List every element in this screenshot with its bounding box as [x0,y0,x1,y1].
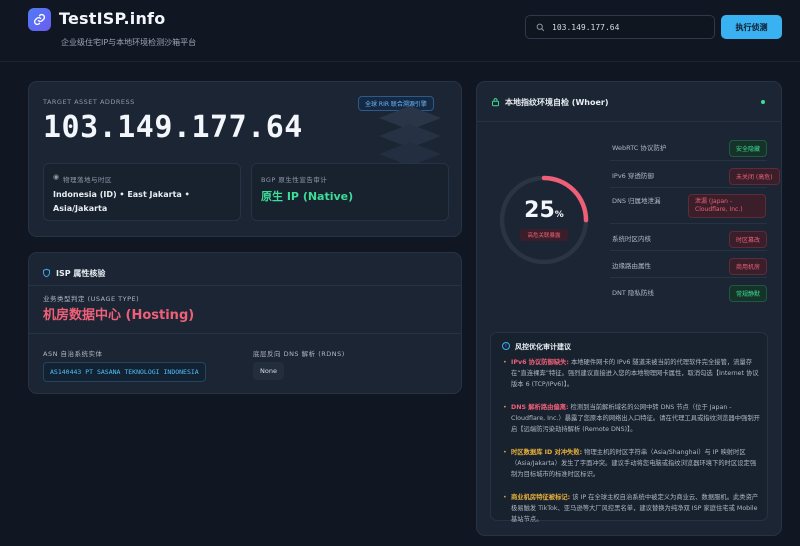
rdns-label: 底层反向 DNS 解析 (RDNS) [253,350,345,358]
divider [610,277,767,278]
map-pin-icon: ◉ [53,173,60,181]
advice-list: • IPv6 协议防御缺失: 本地硬件网卡的 IPv6 隧道未被当前的代理软件完… [503,357,761,525]
status-badge-routing: 商用机房 [729,258,768,275]
asn-value: AS140443 PT SASANA TEKNOLOGI INDONESIA [43,362,206,382]
live-status-dot [761,100,765,104]
shield-icon [43,268,50,278]
asn-label: ASN 自治系统实体 [43,350,103,358]
brand-subtitle: 企业级住宅IP与本地环境检测沙箱平台 [61,38,197,47]
target-asset-card: TARGET ASSET ADDRESS 全球 RIR 联合溯源引擎 103.1… [28,81,462,237]
status-badge-webrtc: 安全隐藏 [729,140,768,157]
status-badge-dnt: 常规静默 [729,285,768,302]
risk-score-badge: 高危关联暴露 [520,229,568,241]
ip-search-input[interactable] [552,22,702,32]
check-label-routing: 边缘路由属性 [612,262,651,270]
geo-value: Indonesia (ID) • East Jakarta • Asia/Jak… [53,190,190,213]
bullet-icon: • [503,404,507,411]
search-icon [536,23,545,31]
info-icon: i [502,342,510,350]
isp-card: ISP 属性核验 业务类型判定 (USAGE TYPE) 机房数据中心 (Hos… [28,252,462,394]
geo-panel: ◉ 物理落地与时区 Indonesia (ID) • East Jakarta … [43,163,241,221]
advice-item-title: 时区数据库 ID 对冲失败: [511,449,583,456]
divider [610,223,767,224]
divider [610,250,767,251]
search-box [525,15,715,39]
divider [29,285,461,286]
risk-score-number: 25% [498,198,590,223]
advice-item-title: 商业机房特征被标记: [511,494,571,501]
rdns-value: None [253,362,284,380]
status-badge-ipv6: 未关闭 (高危) [729,168,780,185]
usage-type-value: 机房数据中心 (Hosting) [43,308,195,323]
divider [610,187,767,188]
layers-icon [379,106,441,166]
check-label-ipv6: IPv6 穿透防御 [612,172,654,180]
bullet-icon: • [503,494,507,501]
lock-icon [492,98,499,107]
check-label-webrtc: WebRTC 协议防护 [612,144,667,152]
advice-item-title: IPv6 协议防御缺失: [511,359,569,366]
bgp-label: BGP 原生性宣告审计 [261,176,328,184]
advice-item-title: DNS 解析路由偏离: [511,404,569,411]
top-header: TestISP.info 企业级住宅IP与本地环境检测沙箱平台 执行侦测 [0,0,800,62]
brand-title: TestISP.info [59,9,166,28]
risk-score-unit: % [554,210,564,220]
advice-panel: i 风控优化审计建议 • IPv6 协议防御缺失: 本地硬件网卡的 IPv6 隧… [490,332,768,523]
whoer-title: 本地指纹环境自检 (Whoer) [505,98,609,107]
check-label-dnt: DNT 隐私防线 [612,289,654,297]
bullet-icon: • [503,449,507,456]
divider [29,333,461,334]
target-ip-address: 103.149.177.64 [43,110,303,145]
advice-item: • IPv6 协议防御缺失: 本地硬件网卡的 IPv6 隧道未被当前的代理软件完… [503,357,761,390]
target-asset-label: TARGET ASSET ADDRESS [43,98,135,106]
link-logo-icon [28,8,51,31]
run-detection-button[interactable]: 执行侦测 [721,15,782,39]
advice-item: • 商业机房特征被标记: 该 IP 在全球主权自治系统中被定义为商业云、数据服机… [503,492,761,525]
usage-type-label: 业务类型判定 (USAGE TYPE) [43,295,140,303]
risk-score-value: 25 [524,198,555,223]
bgp-value: 原生 IP (Native) [261,190,354,203]
isp-title: ISP 属性核验 [56,269,106,278]
bgp-panel: BGP 原生性宣告审计 原生 IP (Native) [251,163,449,221]
divider [610,160,767,161]
check-label-timezone: 系统时区内核 [612,235,651,243]
advice-item: • 时区数据库 ID 对冲失败: 物理主机的时区字符串（Asia/Shangha… [503,447,761,480]
bullet-icon: • [503,359,507,366]
status-badge-dns: 泄漏 (Japan - Cloudflare, Inc.) [688,194,766,218]
check-label-dns: DNS 归属地泄漏 [612,197,661,205]
divider [477,121,781,122]
status-badge-timezone: 时区篡改 [729,231,768,248]
advice-item: • DNS 解析路由偏离: 检测到当前解析域名的公网中转 DNS 节点（位于 J… [503,402,761,435]
advice-title: 风控优化审计建议 [515,343,571,351]
geo-label: 物理落地与时区 [63,176,112,184]
